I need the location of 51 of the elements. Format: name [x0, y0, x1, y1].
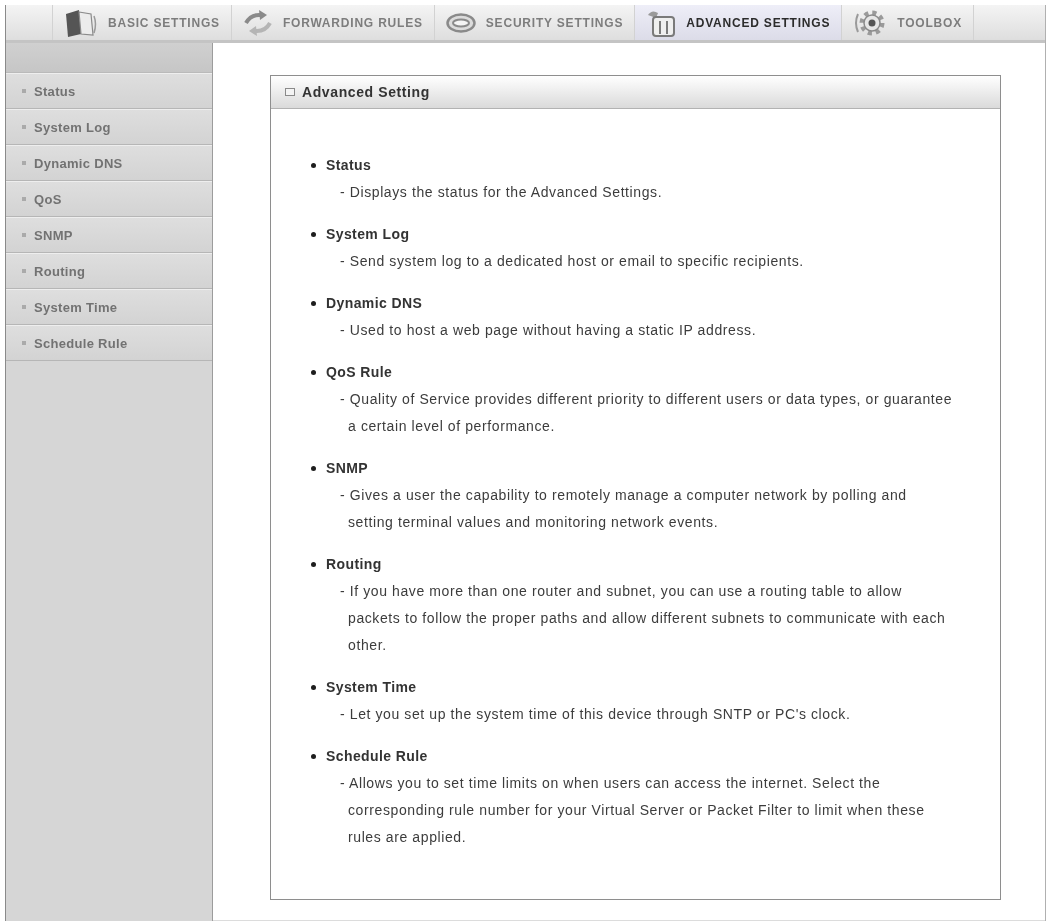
- item-title: System Log: [326, 226, 410, 242]
- item-description: - Displays the status for the Advanced Settings.: [340, 183, 664, 202]
- sidebar-item[interactable]: QoS: [6, 181, 212, 217]
- item-description: - Allows you to set time limits on when users can access the internet. Select the corresponding rule number for your Virtual Server or Packet Filter to limit when these rules are applied.: [340, 774, 926, 847]
- ring-icon: [445, 12, 476, 33]
- panel-title: Advanced Setting: [302, 84, 430, 100]
- nav-tab[interactable]: TOOLBOX: [842, 5, 974, 40]
- bullet-icon: [311, 300, 316, 306]
- nav-tab[interactable]: SECURITY SETTINGS: [434, 5, 636, 40]
- item-description: - If you have more than one router and subnet, you can use a routing table to allow packets to follow the proper paths and allow different subnets to communicate with each other.: [340, 582, 947, 655]
- bullet-icon: [311, 231, 316, 237]
- item-title: System Time: [326, 679, 417, 695]
- item-title: QoS Rule: [326, 364, 393, 380]
- sidebar-item[interactable]: Status: [6, 73, 212, 109]
- sidebar-item[interactable]: SNMP: [6, 217, 212, 253]
- bullet-icon: [311, 369, 316, 375]
- sidebar-item[interactable]: Schedule Rule: [6, 325, 212, 361]
- bullet-icon: [22, 197, 26, 201]
- item-title: Dynamic DNS: [326, 295, 423, 311]
- item-description: - Quality of Service provides different priority to different users or data types, or guarantee a certain level of performance.: [340, 390, 954, 436]
- item-title: Status: [326, 157, 372, 173]
- arrows-icon: [242, 8, 273, 37]
- bullet-icon: [22, 341, 26, 345]
- bullet-icon: [22, 161, 26, 165]
- item-title: Schedule Rule: [326, 748, 428, 764]
- bullet-icon: [22, 89, 26, 93]
- cabinet-icon: [646, 8, 677, 37]
- bullet-icon: [22, 125, 26, 129]
- bullet-icon: [22, 269, 26, 273]
- nav-tab[interactable]: BASIC SETTINGS: [53, 5, 232, 40]
- item-description: - Gives a user the capability to remotely manage a computer network by polling and setting terminal values and monitoring network events.: [340, 486, 908, 532]
- item-description: - Used to host a web page without having a static IP address.: [340, 321, 758, 340]
- item-title: SNMP: [326, 460, 369, 476]
- nav-tab[interactable]: ADVANCED SETTINGS: [635, 5, 843, 40]
- nav-tab[interactable]: FORWARDING RULES: [231, 5, 435, 40]
- bullet-icon: [311, 684, 316, 690]
- item-title: Routing: [326, 556, 382, 572]
- bullet-icon: [311, 753, 316, 759]
- bullet-icon: [311, 162, 316, 168]
- bullet-icon: [311, 465, 316, 471]
- item-description: - Send system log to a dedicated host or email to specific recipients.: [340, 252, 805, 271]
- item-description: - Let you set up the system time of this device through SNTP or PC's clock.: [340, 705, 852, 724]
- book-icon: [64, 8, 98, 37]
- sidebar-item[interactable]: Routing: [6, 253, 212, 289]
- bullet-icon: [311, 561, 316, 567]
- sidebar-item[interactable]: System Log: [6, 109, 212, 145]
- bullet-icon: [22, 305, 26, 309]
- sidebar-item[interactable]: System Time: [6, 289, 212, 325]
- bullet-icon: [22, 233, 26, 237]
- square-icon: [285, 88, 295, 96]
- sidebar-item[interactable]: Dynamic DNS: [6, 145, 212, 181]
